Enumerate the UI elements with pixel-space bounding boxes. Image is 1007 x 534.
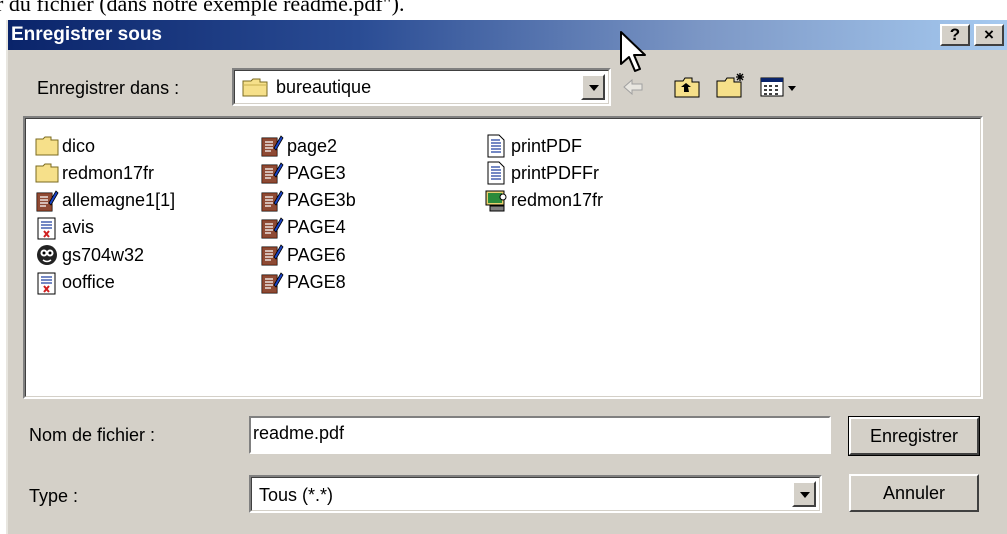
file-item[interactable]: PAGE3 [260,160,346,186]
mouse-cursor-icon [619,30,655,84]
filename-value: readme.pdf [253,423,345,443]
save-in-dropdown-arrow[interactable] [581,74,605,100]
folder-icon [35,134,59,158]
page-header-text: r du fichier (dans notre exemple readme.… [0,0,405,16]
new-folder-icon[interactable] [716,72,746,98]
word-doc-icon [260,161,284,185]
file-item[interactable]: redmon17fr [35,160,154,186]
word-doc-icon [260,134,284,158]
file-item[interactable]: printPDFFr [484,160,599,186]
file-name: allemagne1[1] [62,190,176,211]
up-folder-icon[interactable] [674,76,700,98]
save-in-dropdown[interactable]: bureautique [232,68,611,106]
file-name: printPDF [511,135,583,156]
title-bar[interactable]: Enregistrer sous ? × [8,20,1007,50]
save-in-label: Enregistrer dans : [37,78,180,98]
file-name: avis [62,217,95,238]
file-item[interactable]: ooffice [35,270,115,296]
file-name: PAGE4 [287,217,346,238]
save-button[interactable]: Enregistrer [848,416,980,456]
filetype-dropdown-arrow[interactable] [792,481,816,507]
pdf-doc-icon [35,216,59,240]
file-name: PAGE6 [287,244,346,265]
file-name: printPDFFr [511,162,600,183]
cancel-button[interactable]: Annuler [849,474,979,512]
file-name: redmon17fr [62,162,155,183]
view-menu-icon[interactable] [760,76,800,98]
word-doc-icon [260,271,284,295]
text-doc-icon [484,161,508,185]
filename-label: Nom de fichier : [29,425,156,445]
file-item[interactable]: page2 [260,133,337,159]
file-item[interactable]: dico [35,133,95,159]
file-item[interactable]: PAGE8 [260,270,346,296]
folder-icon [242,77,268,97]
text-doc-icon [484,134,508,158]
file-item[interactable]: PAGE3b [260,188,356,214]
setup-icon [484,189,508,213]
file-name: dico [62,135,96,156]
filename-input[interactable]: readme.pdf [249,416,831,454]
file-name: PAGE3b [287,190,356,211]
save-as-dialog: Enregistrer sous ? × Enregistrer dans : … [6,20,1007,534]
pdf-doc-icon [35,271,59,295]
filetype-dropdown[interactable]: Tous (*.*) [249,475,822,513]
file-name: redmon17fr [511,190,604,211]
file-name: gs704w32 [62,244,145,265]
close-button[interactable]: × [974,24,1004,46]
word-doc-icon [260,189,284,213]
ghostscript-icon [35,243,59,267]
filetype-value: Tous (*.*) [259,485,334,505]
file-name: PAGE8 [287,272,346,292]
word-doc-icon [35,189,59,213]
word-doc-icon [260,243,284,267]
file-item[interactable]: printPDF [484,133,582,159]
folder-icon [35,161,59,185]
file-name: page2 [287,135,338,156]
help-button[interactable]: ? [940,24,970,46]
file-name: PAGE3 [287,162,346,183]
page-header: r du fichier (dans notre exemple readme.… [0,0,1007,22]
save-in-value: bureautique [276,77,372,97]
file-item[interactable]: redmon17fr [484,188,603,214]
file-item[interactable]: PAGE6 [260,242,346,268]
file-item[interactable]: allemagne1[1] [35,188,175,214]
word-doc-icon [260,216,284,240]
file-item[interactable]: avis [35,215,94,241]
file-name: ooffice [62,272,115,292]
window-title: Enregistrer sous [11,24,162,45]
file-item[interactable]: PAGE4 [260,215,346,241]
file-item[interactable]: gs704w32 [35,242,144,268]
filetype-label: Type : [29,486,79,506]
